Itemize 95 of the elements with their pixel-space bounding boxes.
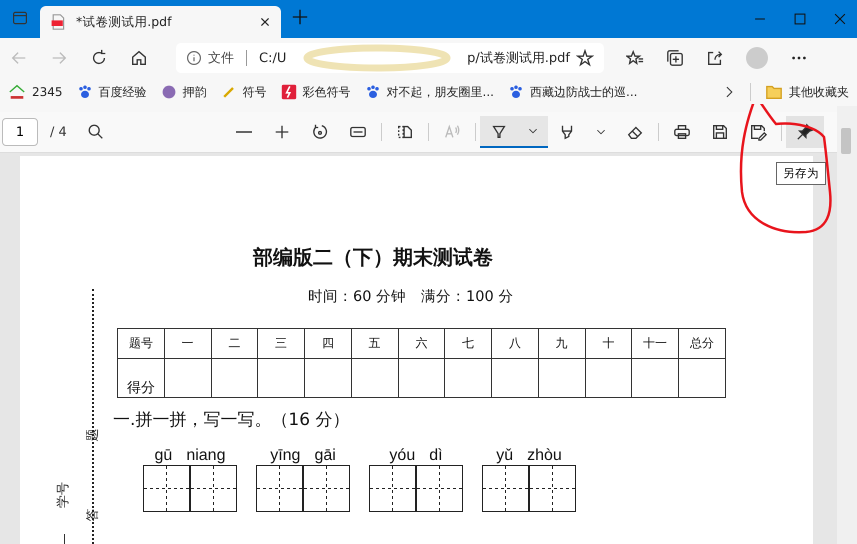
address-field[interactable]: 文件 C:/U p/试卷测试用.pdf xyxy=(176,43,604,73)
printer-icon xyxy=(672,123,691,141)
score-cell xyxy=(632,358,679,398)
table-header-cell: 七 xyxy=(444,328,492,358)
writing-grid-icon xyxy=(256,465,303,512)
writing-grid-icon xyxy=(369,465,416,512)
bookmark-link[interactable]: 西藏边防战士的巡... xyxy=(530,84,638,100)
refresh-icon[interactable] xyxy=(90,49,108,67)
pin-toolbar-button[interactable] xyxy=(786,116,824,148)
scheme-label: 文件 xyxy=(208,50,234,67)
bookmark-link[interactable]: 符号 xyxy=(242,84,267,100)
table-header-cell: 十 xyxy=(585,328,632,358)
share-icon[interactable] xyxy=(706,49,724,67)
score-cell xyxy=(538,358,586,398)
paw-icon xyxy=(76,84,93,100)
writing-grid-icon xyxy=(303,465,350,512)
info-icon xyxy=(186,50,202,66)
house-icon xyxy=(8,83,26,101)
search-icon xyxy=(86,123,105,141)
bookmark-link[interactable]: 押韵 xyxy=(182,84,207,100)
pinyin-text: dì xyxy=(429,447,443,465)
table-header-cell: 二 xyxy=(211,328,258,358)
pinyin-text: niang xyxy=(186,447,226,465)
collections-icon[interactable] xyxy=(666,49,684,67)
table-header-cell: 总分 xyxy=(678,328,726,358)
table-header-cell: 十一 xyxy=(632,328,679,358)
bookmark-link[interactable]: 2345 xyxy=(32,85,63,99)
pinyin-text: yóu xyxy=(389,447,416,465)
disc-icon xyxy=(160,84,177,100)
tool-dropdown-button[interactable] xyxy=(518,116,548,148)
annotation-tool-button[interactable] xyxy=(480,116,518,148)
browser-tab[interactable]: *试卷测试用.pdf xyxy=(40,6,281,38)
score-cell xyxy=(398,358,445,398)
score-cell xyxy=(211,358,258,398)
pencil-icon xyxy=(220,84,237,100)
table-header-cell: 三 xyxy=(258,328,305,358)
score-cell xyxy=(164,358,212,398)
plus-icon xyxy=(272,123,291,141)
table-header-cell: 八 xyxy=(492,328,538,358)
url-text: p/试卷测试用.pdf xyxy=(467,50,570,67)
page-number-field[interactable]: 1 xyxy=(2,118,38,146)
table-header-cell: 一 xyxy=(164,328,212,358)
floppy-disk-pen-icon xyxy=(748,123,767,141)
pdf-file-icon xyxy=(50,14,66,30)
table-header-cell: 题号 xyxy=(118,328,164,358)
pinyin-text: zhòu xyxy=(527,447,562,465)
new-tab-icon[interactable] xyxy=(291,8,309,26)
favorite-add-icon[interactable] xyxy=(576,49,594,67)
score-cell xyxy=(678,358,726,398)
pinyin-text: yīng xyxy=(270,447,300,465)
score-cell xyxy=(585,358,632,398)
page-view-icon xyxy=(396,123,414,141)
tooltip: 另存为 xyxy=(776,162,826,185)
bookmark-link[interactable]: 对不起，朋友圈里... xyxy=(386,84,494,100)
pinyin-text: gū xyxy=(154,447,172,465)
table-row-label: 得分 xyxy=(118,358,164,398)
writing-grid-icon xyxy=(416,465,463,512)
bookmark-folder[interactable]: 其他收藏夹 xyxy=(789,84,849,100)
score-cell xyxy=(258,358,305,398)
pinyin-text: yǔ xyxy=(496,447,514,465)
score-cell xyxy=(492,358,538,398)
bookmark-link[interactable]: 百度经验 xyxy=(98,84,147,100)
table-header-cell: 九 xyxy=(538,328,586,358)
page-count: / 4 xyxy=(50,124,67,140)
scrollbar[interactable] xyxy=(837,106,857,544)
home-icon[interactable] xyxy=(130,49,148,67)
url-text: C:/U xyxy=(259,50,286,66)
folder-icon xyxy=(765,83,783,101)
student-id-label: 学号 xyxy=(55,482,72,508)
paw-icon xyxy=(364,84,381,100)
table-header-cell: 五 xyxy=(351,328,398,358)
writing-grid-icon xyxy=(190,465,237,512)
writing-grid-icon xyxy=(529,465,576,512)
table-header-cell: 四 xyxy=(304,328,352,358)
close-icon[interactable] xyxy=(259,16,271,28)
table-header-cell: 六 xyxy=(398,328,445,358)
bolt-icon xyxy=(280,84,297,100)
paw-icon xyxy=(508,84,524,100)
maximize-icon[interactable] xyxy=(793,12,807,26)
writing-grid-icon xyxy=(143,465,190,512)
exam-info: 时间：60 分钟 满分：100 分 xyxy=(308,288,514,306)
tab-actions-icon[interactable] xyxy=(12,10,28,26)
writing-grid-icon xyxy=(482,465,529,512)
tab-title: *试卷测试用.pdf xyxy=(76,14,173,30)
bookmark-link[interactable]: 彩色符号 xyxy=(302,84,351,100)
score-cell xyxy=(351,358,398,398)
rotate-icon xyxy=(310,123,329,141)
pinyin-text: gāi xyxy=(314,447,336,465)
score-cell xyxy=(444,358,492,398)
section-heading: 一.拼一拼，写一写。（16 分） xyxy=(113,409,350,431)
minus-icon xyxy=(236,131,252,133)
score-cell xyxy=(304,358,352,398)
favorites-icon[interactable] xyxy=(626,49,644,67)
pin-icon xyxy=(796,123,814,141)
document-title: 部编版二（下）期末测试卷 xyxy=(253,244,494,271)
